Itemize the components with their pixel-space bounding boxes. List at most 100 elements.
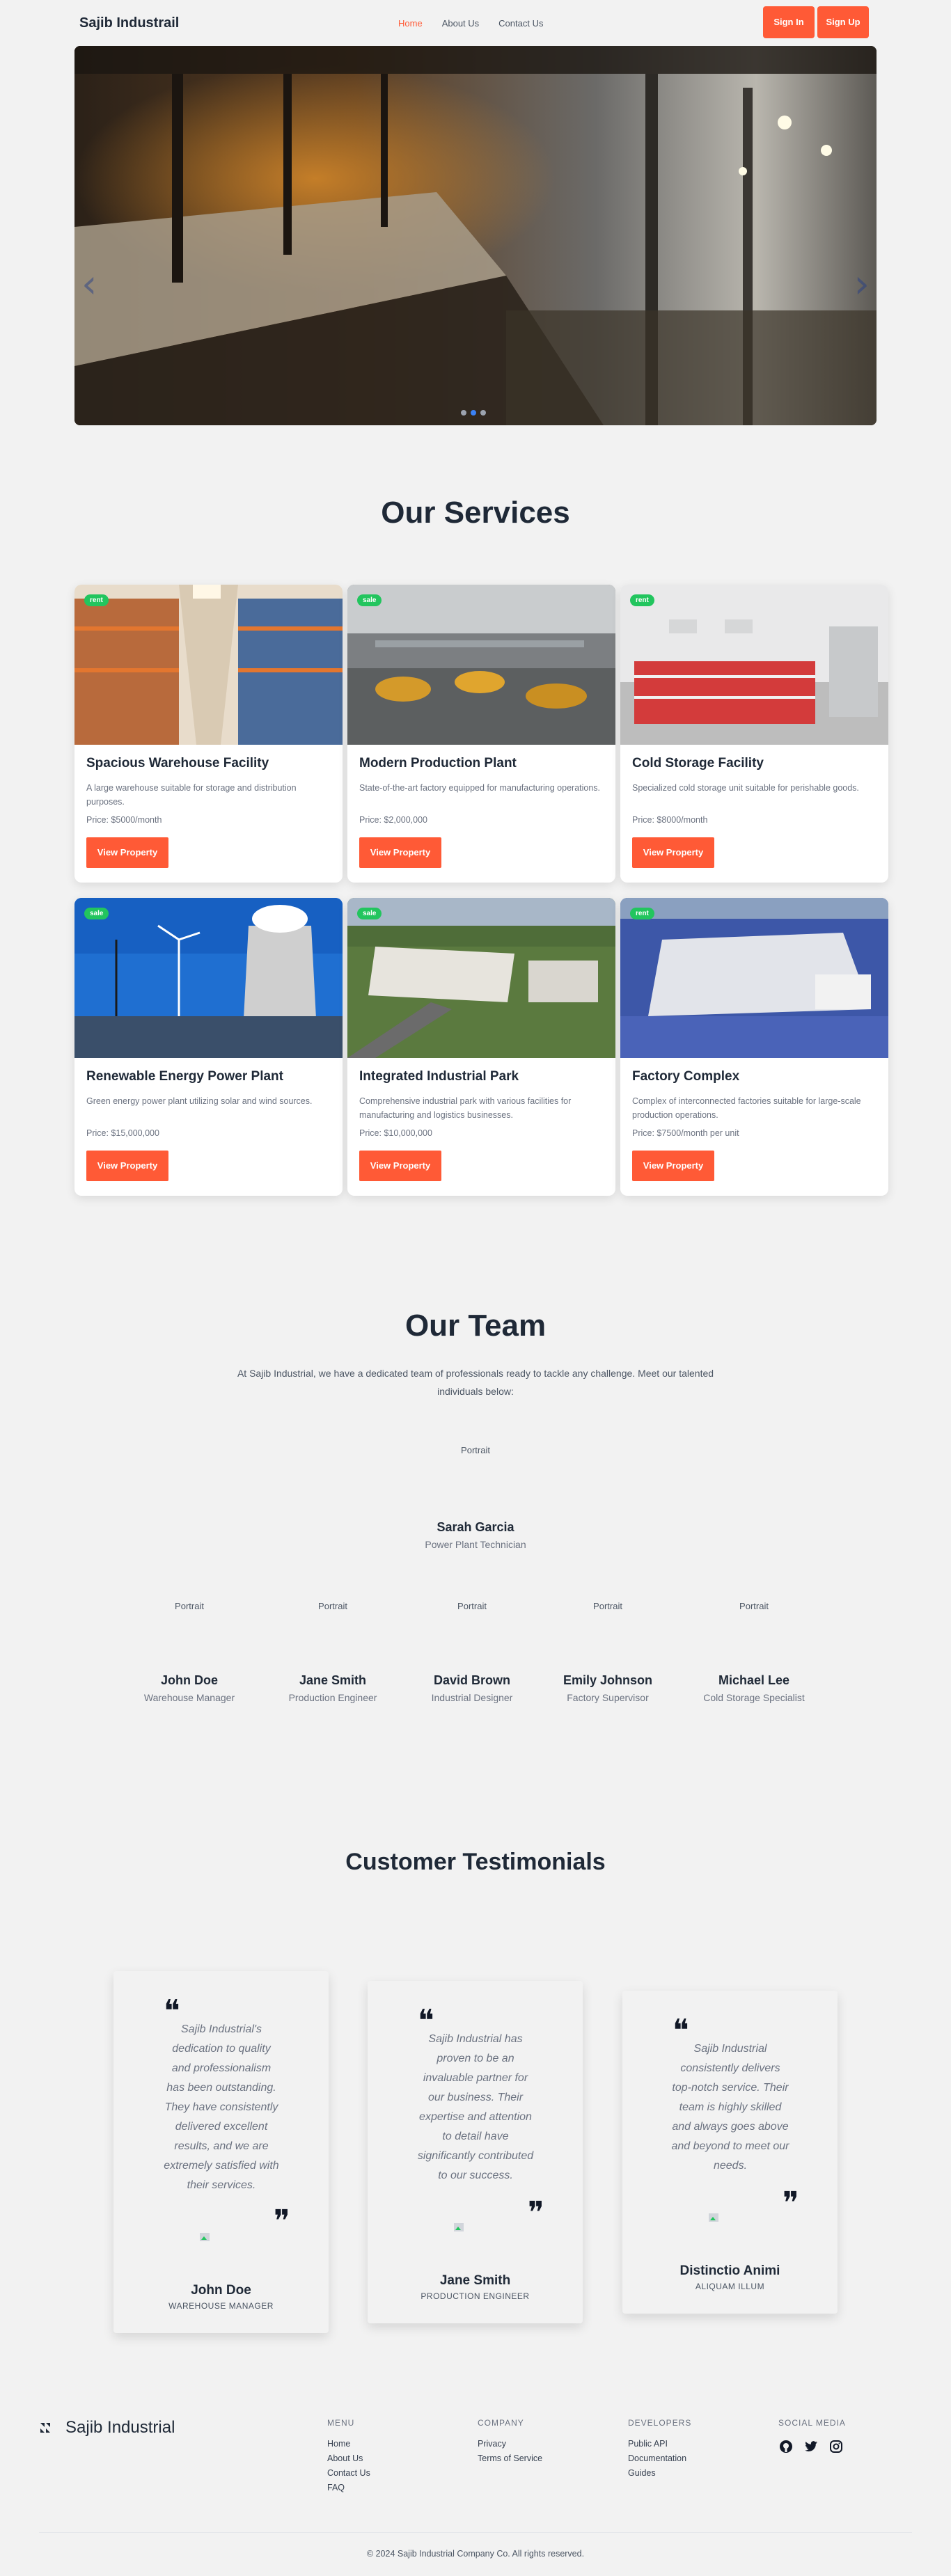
member-role: Production Engineer <box>288 1692 377 1703</box>
testimonial-quote: Sajib Industrial's dedication to quality… <box>164 2023 279 2191</box>
instagram-icon[interactable] <box>828 2439 844 2454</box>
member-role: Factory Supervisor <box>567 1692 649 1703</box>
footer-link-faq[interactable]: FAQ <box>327 2483 370 2492</box>
footer-link-documentation[interactable]: Documentation <box>628 2453 691 2463</box>
service-title: Spacious Warehouse Facility <box>86 756 269 771</box>
avatar <box>454 2223 464 2231</box>
view-property-button[interactable]: View Property <box>359 837 441 868</box>
nav-about-link[interactable]: About Us <box>442 18 479 29</box>
carousel-dot[interactable] <box>461 410 466 416</box>
footer-link-public-api[interactable]: Public API <box>628 2439 691 2449</box>
testimonial-role: ALIQUAM ILLUM <box>695 2282 765 2291</box>
footer-developers-heading: DEVELOPERS <box>628 2418 692 2428</box>
footer-brand-name: Sajib Industrial <box>65 2418 175 2437</box>
team-member: Portrait Jane Smith Production Engineer <box>263 1601 402 1703</box>
service-description: Green energy power plant utilizing solar… <box>86 1096 313 1106</box>
sign-up-button[interactable]: Sign Up <box>817 6 869 38</box>
view-property-button[interactable]: View Property <box>86 1151 168 1181</box>
service-description: A large warehouse suitable for storage a… <box>86 783 297 807</box>
team-member: Portrait John Doe Warehouse Manager <box>120 1601 259 1703</box>
carousel-dot-active[interactable] <box>471 410 476 416</box>
view-property-button[interactable]: View Property <box>359 1151 441 1181</box>
testimonial-role: PRODUCTION ENGINEER <box>421 2291 530 2301</box>
service-price: Price: $7500/month per unit <box>632 1128 739 1138</box>
brand-logo[interactable]: Sajib Industrail <box>79 15 179 31</box>
service-price: Price: $2,000,000 <box>359 815 427 825</box>
testimonial-name: Jane Smith <box>439 2273 511 2288</box>
service-card: sale Integrated Industrial Park Comprehe… <box>347 898 615 1196</box>
twitter-icon[interactable] <box>803 2439 819 2454</box>
view-property-button[interactable]: View Property <box>632 1151 714 1181</box>
member-role: Industrial Designer <box>431 1692 513 1703</box>
footer-link-home[interactable]: Home <box>327 2439 370 2449</box>
portrait-image: Portrait <box>461 1445 490 1455</box>
brand-logo-icon <box>40 2423 50 2433</box>
carousel-dots <box>461 410 486 416</box>
member-role: Cold Storage Specialist <box>703 1692 805 1703</box>
testimonial-quote: Sajib Industrial consistently delivers t… <box>671 2043 789 2172</box>
footer-menu-heading: MENU <box>327 2418 355 2428</box>
service-card: sale Renewable Energy Power Plant Green … <box>74 898 343 1196</box>
footer-link-privacy[interactable]: Privacy <box>478 2439 542 2449</box>
team-member: Portrait Sarah Garcia Power Plant Techni… <box>406 1445 545 1550</box>
service-description: Comprehensive industrial park with vario… <box>359 1096 572 1120</box>
member-name: Emily Johnson <box>563 1673 653 1687</box>
sign-in-button[interactable]: Sign In <box>763 6 815 38</box>
testimonial-card: ❝ Sajib Industrial's dedication to quali… <box>113 1971 329 2333</box>
nav-home-link[interactable]: Home <box>398 18 423 29</box>
footer-link-terms[interactable]: Terms of Service <box>478 2453 542 2463</box>
footer-link-guides[interactable]: Guides <box>628 2468 691 2478</box>
top-nav: Sajib Industrail Home About Us Contact U… <box>0 0 951 46</box>
service-image <box>620 585 888 745</box>
service-title: Factory Complex <box>632 1069 740 1084</box>
member-role: Warehouse Manager <box>143 1692 235 1703</box>
member-name: David Brown <box>433 1673 510 1687</box>
team-title: Our Team <box>404 1309 547 1343</box>
team-member: Portrait David Brown Industrial Designer <box>402 1601 542 1703</box>
carousel-prev-icon[interactable]: ‹ <box>81 262 97 307</box>
testimonials-title: Customer Testimonials <box>345 1849 606 1875</box>
view-property-button[interactable]: View Property <box>632 837 714 868</box>
testimonial-role: WAREHOUSE MANAGER <box>168 2301 274 2311</box>
testimonial-quote: Sajib Industrial has proven to be an inv… <box>417 2033 534 2181</box>
service-description: State-of-the-art factory equipped for ma… <box>359 783 601 793</box>
member-role: Power Plant Technician <box>425 1539 526 1550</box>
service-price: Price: $10,000,000 <box>359 1128 432 1138</box>
avatar <box>709 2213 718 2222</box>
footer-link-about[interactable]: About Us <box>327 2453 370 2463</box>
service-image <box>620 898 888 1058</box>
carousel-dot[interactable] <box>480 410 486 416</box>
view-property-button[interactable]: View Property <box>86 837 168 868</box>
testimonial-card: ❝ Sajib Industrial has proven to be an i… <box>368 1981 583 2323</box>
github-icon[interactable] <box>778 2439 794 2454</box>
footer-social-heading: SOCIAL MEDIA <box>778 2418 846 2428</box>
avatar <box>200 2233 210 2241</box>
footer-company-column: COMPANY Privacy Terms of Service <box>478 2418 542 2468</box>
portrait-image: Portrait <box>175 1601 204 1611</box>
service-title: Modern Production Plant <box>359 756 517 771</box>
service-price: Price: $5000/month <box>86 815 162 825</box>
footer-developers-column: DEVELOPERS Public API Documentation Guid… <box>628 2418 691 2483</box>
team-intro: At Sajib Industrial, we have a dedicated… <box>237 1368 714 1397</box>
footer-link-contact[interactable]: Contact Us <box>327 2468 370 2478</box>
footer-brand[interactable]: Sajib Industrial <box>39 2418 175 2437</box>
service-image <box>347 898 615 1058</box>
nav-contact-link[interactable]: Contact Us <box>498 18 543 29</box>
hero-image <box>74 46 877 425</box>
footer-company-heading: COMPANY <box>478 2418 524 2428</box>
carousel-next-icon[interactable]: › <box>854 262 870 307</box>
testimonial-card: ❝ Sajib Industrial consistently delivers… <box>622 1991 838 2314</box>
status-badge: rent <box>630 594 654 606</box>
service-description: Complex of interconnected factories suit… <box>632 1096 861 1120</box>
service-card: rent Spacious Warehouse Facility A large… <box>74 585 343 883</box>
service-price: Price: $15,000,000 <box>86 1128 159 1138</box>
copyright-text: © 2024 Sajib Industrial Company Co. All … <box>366 2549 585 2559</box>
service-image <box>74 898 343 1058</box>
services-title: Our Services <box>381 496 570 530</box>
portrait-image: Portrait <box>318 1601 347 1611</box>
service-price: Price: $8000/month <box>632 815 708 825</box>
member-name: John Doe <box>160 1673 218 1687</box>
portrait-image: Portrait <box>457 1601 487 1611</box>
service-title: Integrated Industrial Park <box>359 1069 519 1084</box>
footer-social-column: SOCIAL MEDIA <box>778 2418 846 2454</box>
